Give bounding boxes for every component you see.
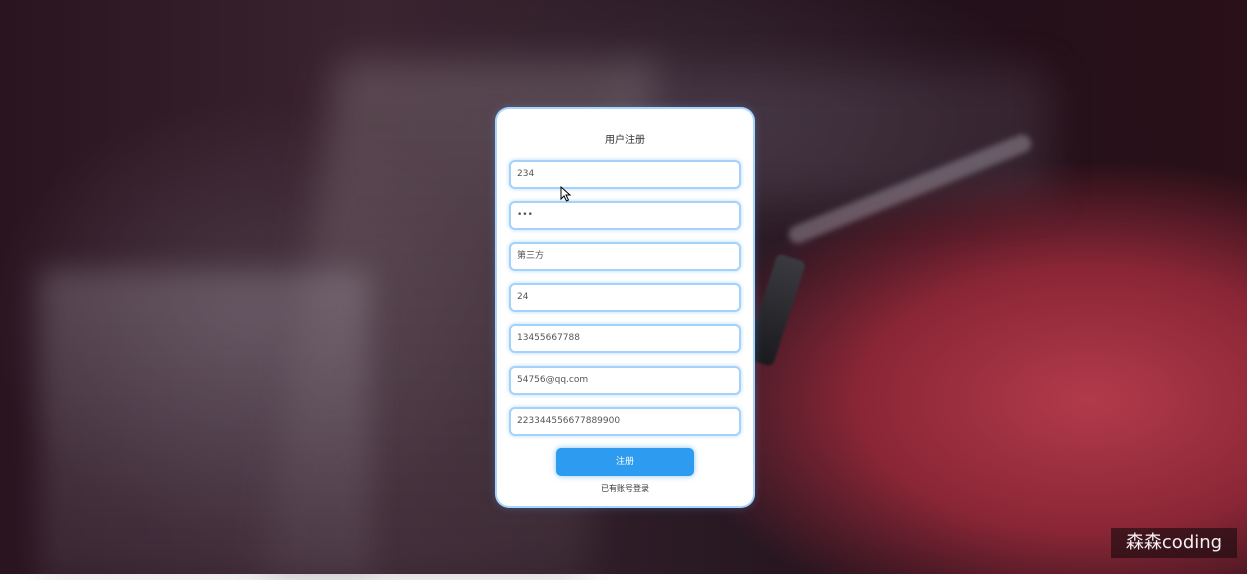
background-blur-shape (40, 270, 370, 580)
watermark: 森森coding (1111, 528, 1237, 558)
nickname-field[interactable]: 第三方 (509, 242, 741, 271)
turntable-cartridge (743, 253, 807, 367)
password-field[interactable]: ••• (509, 201, 741, 230)
id-number-field[interactable]: 223344556677889900 (509, 407, 741, 436)
email-field[interactable]: 54756@qq.com (509, 366, 741, 395)
mouse-cursor-icon (560, 186, 572, 202)
username-field[interactable]: 234 (509, 160, 741, 189)
phone-field[interactable]: 13455667788 (509, 324, 741, 353)
form-title: 用户注册 (605, 135, 645, 146)
login-link[interactable]: 已有账号登录 (497, 483, 753, 494)
register-card: 用户注册 234 ••• 第三方 24 13455667788 54756@qq… (497, 109, 753, 506)
age-field[interactable]: 24 (509, 283, 741, 312)
register-button[interactable]: 注册 (556, 448, 694, 476)
